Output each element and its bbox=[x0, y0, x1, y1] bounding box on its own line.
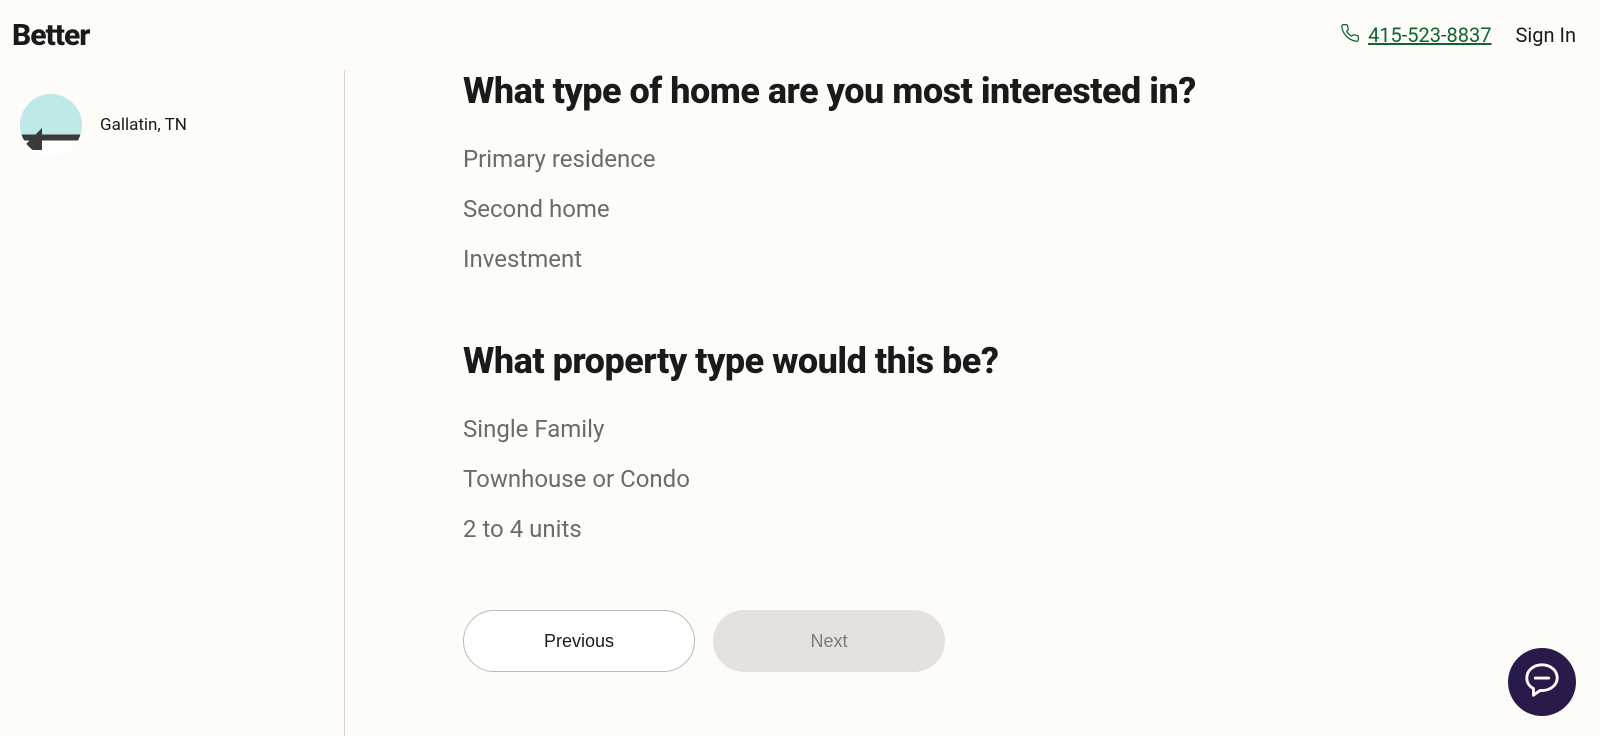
question-title-2: What property type would this be? bbox=[463, 340, 1600, 382]
question-title-1: What type of home are you most intereste… bbox=[463, 70, 1600, 112]
main-content: What type of home are you most intereste… bbox=[345, 0, 1600, 736]
question-property-type: What property type would this be? Single… bbox=[463, 340, 1600, 554]
option-investment[interactable]: Investment bbox=[463, 234, 1600, 284]
option-second-home[interactable]: Second home bbox=[463, 184, 1600, 234]
option-2-4-units[interactable]: 2 to 4 units bbox=[463, 504, 1600, 554]
avatar bbox=[20, 94, 82, 156]
option-townhouse-condo[interactable]: Townhouse or Condo bbox=[463, 454, 1600, 504]
question-home-type: What type of home are you most intereste… bbox=[463, 70, 1600, 284]
sidebar-item-location[interactable]: Gallatin, TN bbox=[20, 94, 324, 156]
option-single-family[interactable]: Single Family bbox=[463, 404, 1600, 454]
chat-icon bbox=[1523, 661, 1561, 703]
previous-button[interactable]: Previous bbox=[463, 610, 695, 672]
button-row: Previous Next bbox=[463, 610, 1600, 672]
option-primary-residence[interactable]: Primary residence bbox=[463, 134, 1600, 184]
chat-button[interactable] bbox=[1508, 648, 1576, 716]
next-button[interactable]: Next bbox=[713, 610, 945, 672]
sidebar: Gallatin, TN bbox=[0, 70, 345, 736]
logo[interactable]: Better bbox=[12, 18, 89, 53]
sidebar-location-label: Gallatin, TN bbox=[100, 115, 187, 135]
